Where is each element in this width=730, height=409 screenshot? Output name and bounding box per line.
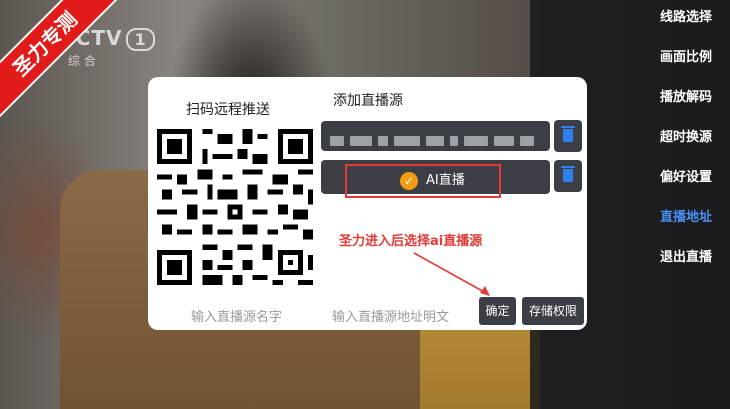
add-source-title: 添加直播源 <box>333 93 403 109</box>
storage-permission-button[interactable]: 存储权限 <box>522 297 584 325</box>
check-icon: ✓ <box>400 172 418 190</box>
menu-item-aspect-ratio[interactable]: 画面比例 <box>530 48 730 68</box>
qr-code-image <box>152 124 318 290</box>
delete-source-button-2[interactable] <box>554 160 582 192</box>
trash-icon <box>561 126 575 142</box>
masked-url-text <box>330 131 540 146</box>
confirm-button[interactable]: 确定 <box>479 297 516 325</box>
qr-title: 扫码远程推送 <box>186 102 270 118</box>
trash-icon <box>561 166 575 182</box>
channel-subtitle: 综 合 <box>68 54 96 68</box>
menu-item-route[interactable]: 线路选择 <box>530 8 730 28</box>
source-url-input[interactable]: 输入直播源地址明文 <box>332 306 449 325</box>
delete-source-button-1[interactable] <box>554 120 582 152</box>
annotation-highlight-box <box>345 164 501 198</box>
ai-live-label: AI直播 <box>426 173 465 188</box>
source-name-input[interactable]: 输入直播源名字 <box>191 306 282 325</box>
annotation-arrow <box>413 252 490 296</box>
channel-number: 1 <box>126 28 155 51</box>
